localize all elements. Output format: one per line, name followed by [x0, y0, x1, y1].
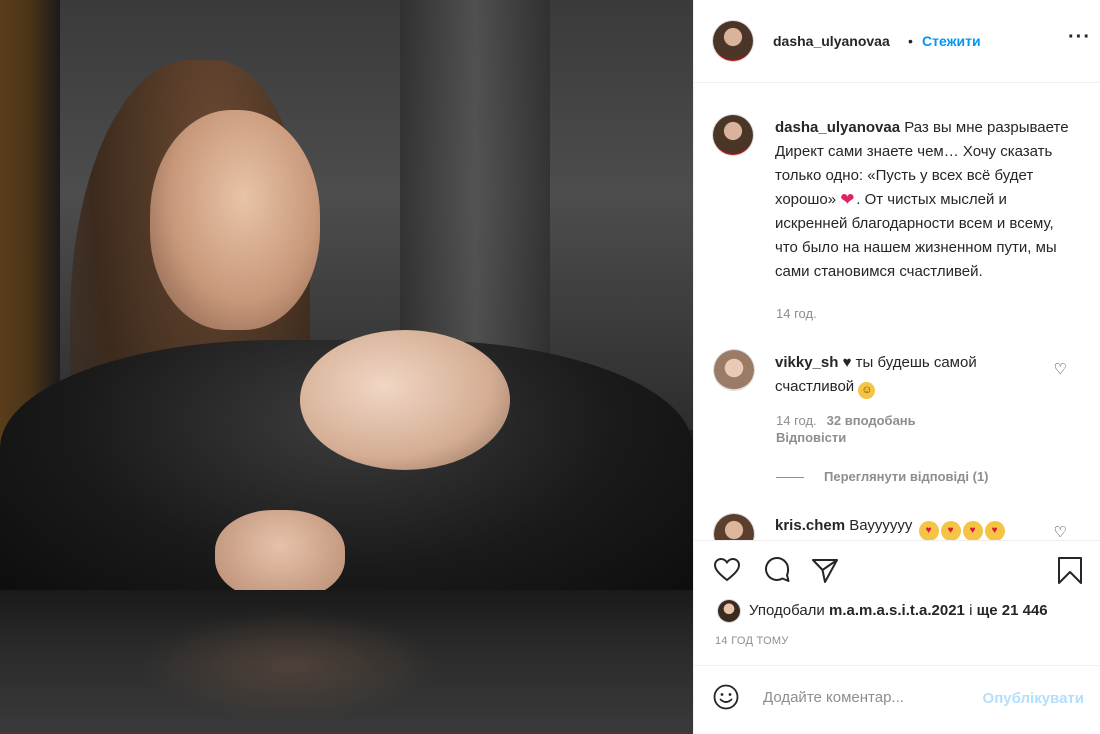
comment-text: vikky_sh ♥ ты будешь самой счастливой ☺: [775, 351, 1045, 399]
comment-like-icon[interactable]: ♡: [1054, 360, 1067, 378]
comment-timestamp[interactable]: 14 год.: [776, 413, 817, 428]
bookmark-icon[interactable]: [1055, 555, 1085, 585]
more-options-icon[interactable]: ···: [1068, 26, 1091, 49]
heart-eyes-icon: ♥: [940, 521, 961, 540]
hugging-face-icon: ☺: [858, 382, 876, 399]
comment-bubble-icon[interactable]: [762, 555, 792, 585]
paper-plane-icon[interactable]: [810, 555, 840, 585]
caption-username[interactable]: dasha_ulyanovaa: [775, 119, 900, 136]
reply-button[interactable]: Відповісти: [776, 430, 846, 445]
likes-summary: Уподобали m.a.m.a.s.i.t.a.2021 і ще 21 4…: [694, 598, 1100, 626]
post-header: dasha_ulyanovaa • Стежити ···: [694, 0, 1100, 83]
comment-meta: 14 год. 32 вподобань: [776, 413, 916, 428]
comment-like-icon[interactable]: ♡: [1054, 523, 1067, 540]
comment-input[interactable]: [761, 688, 965, 707]
heart-eyes-icon: ♥: [962, 521, 983, 540]
likes-prefix: Уподобали: [749, 602, 825, 619]
commenter-username[interactable]: vikky_sh: [775, 354, 838, 371]
comment-body: Вауууууу: [849, 517, 913, 534]
author-username[interactable]: dasha_ulyanovaa: [773, 33, 890, 49]
commenter-username[interactable]: kris.chem: [775, 517, 845, 534]
likes-text: Уподобали m.a.m.a.s.i.t.a.2021 і ще 21 4…: [749, 602, 1048, 619]
comment-text: kris.chem Вауууууу ♥ ♥ ♥ ♥: [775, 514, 1045, 540]
photo-face: [150, 110, 320, 330]
photo-reflection: [140, 610, 440, 720]
liker-avatar[interactable]: [718, 600, 740, 622]
add-comment-bar: Опублікувати: [694, 665, 1100, 734]
comments-section[interactable]: dasha_ulyanovaa Раз вы мне разрываете Ди…: [694, 84, 1100, 540]
caption-avatar[interactable]: [713, 115, 753, 155]
likes-middle: і: [969, 602, 973, 619]
commenter-avatar[interactable]: [714, 350, 754, 390]
replies-divider-line: [776, 477, 804, 479]
heart-eyes-icon: ♥: [918, 521, 939, 540]
smiley-icon[interactable]: [713, 684, 739, 715]
liker-username[interactable]: m.a.m.a.s.i.t.a.2021: [829, 602, 965, 619]
red-heart-icon: ❤: [840, 190, 855, 209]
commenter-avatar[interactable]: [714, 514, 754, 540]
action-bar: [694, 540, 1100, 598]
view-replies-button[interactable]: Переглянути відповіді (1): [776, 469, 989, 484]
photo-shoulder: [300, 330, 510, 470]
heart-eyes-icon: ♥: [984, 521, 1005, 540]
post-side-panel: dasha_ulyanovaa • Стежити ··· dasha_ulya…: [693, 0, 1100, 734]
publish-button[interactable]: Опублікувати: [983, 690, 1084, 707]
separator-dot: •: [908, 33, 913, 49]
view-replies-label: Переглянути відповіді (1): [824, 469, 989, 484]
caption-timestamp[interactable]: 14 год.: [776, 306, 817, 321]
likes-count[interactable]: ще 21 446: [977, 602, 1048, 619]
caption-text: dasha_ulyanovaa Раз вы мне разрываете Ди…: [775, 116, 1075, 284]
heart-outline-icon[interactable]: [712, 555, 742, 585]
comment-likes-count[interactable]: 32 вподобань: [827, 413, 916, 428]
post-timestamp[interactable]: 14 ГОД ТОМУ: [715, 635, 789, 647]
follow-button[interactable]: Стежити: [922, 33, 981, 49]
author-avatar[interactable]: [713, 21, 753, 61]
photo-hand: [215, 510, 345, 600]
post-photo[interactable]: [0, 0, 693, 734]
